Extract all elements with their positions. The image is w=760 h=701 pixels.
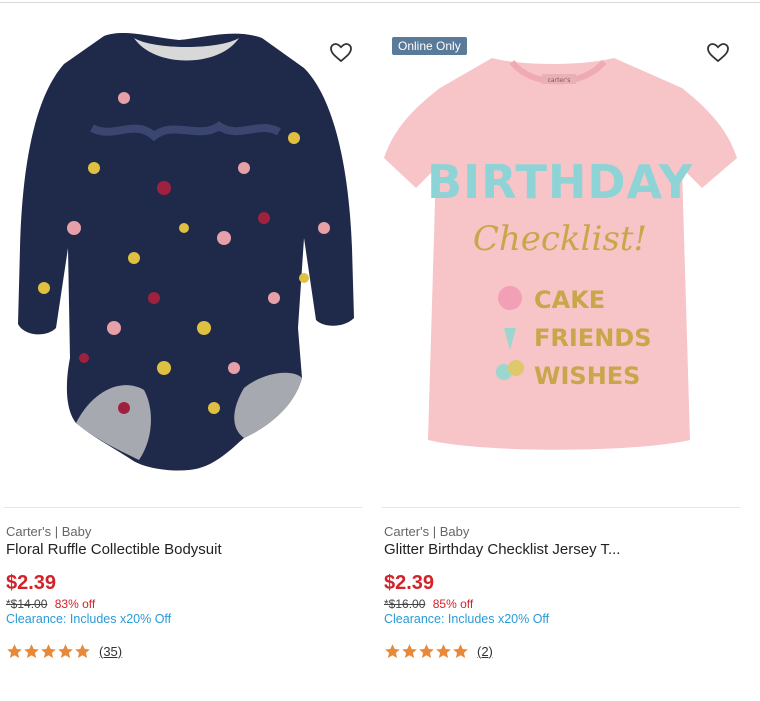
product-brand: Carter's | Baby (6, 524, 92, 539)
product-title-link[interactable]: Floral Ruffle Collectible Bodysuit (6, 541, 222, 558)
star-icon (453, 643, 468, 658)
clearance-note: Clearance: Includes x20% Off (384, 612, 550, 626)
price-comparison: *$14.00 83% off (6, 597, 95, 611)
product-image-birthday-tee[interactable]: carter's BIRTHDAY Checklist! CAKE FRIEND… (382, 28, 740, 498)
star-icon (41, 643, 56, 658)
review-count-link[interactable]: (2) (477, 644, 493, 659)
card-divider (382, 507, 740, 508)
discount-percent: 83% off (54, 597, 96, 611)
product-grid: Carter's | Baby Floral Ruffle Collectibl… (0, 0, 760, 701)
online-only-badge: Online Only (392, 37, 467, 55)
review-count-link[interactable]: (35) (99, 644, 122, 659)
original-price: *$16.00 (384, 597, 426, 611)
shirt-item-cake: CAKE (534, 286, 605, 314)
product-card[interactable]: Carter's | Baby Floral Ruffle Collectibl… (4, 0, 364, 701)
product-title-link[interactable]: Glitter Birthday Checklist Jersey T... (384, 541, 620, 558)
product-brand: Carter's | Baby (384, 524, 470, 539)
star-icon (402, 643, 417, 658)
star-icon (419, 643, 434, 658)
star-icon (24, 643, 39, 658)
card-divider (4, 507, 362, 508)
shirt-item-wishes: WISHES (534, 362, 640, 390)
sale-price: $2.39 (384, 572, 435, 594)
product-card[interactable]: carter's BIRTHDAY Checklist! CAKE FRIEND… (382, 0, 742, 701)
clearance-note: Clearance: Includes x20% Off (6, 612, 172, 626)
price-comparison: *$16.00 85% off (384, 597, 473, 611)
favorite-heart-icon[interactable] (329, 41, 353, 65)
shirt-item-friends: FRIENDS (534, 324, 652, 352)
discount-percent: 85% off (432, 597, 474, 611)
star-rating (384, 643, 469, 660)
sale-price: $2.39 (6, 572, 57, 594)
star-rating (6, 643, 91, 660)
shirt-birthday-text: BIRTHDAY (427, 155, 693, 209)
favorite-heart-icon[interactable] (706, 41, 730, 65)
star-icon (75, 643, 90, 658)
product-rating[interactable]: (2) (384, 641, 493, 661)
original-price: *$14.00 (6, 597, 48, 611)
star-icon (7, 643, 22, 658)
product-image-floral-bodysuit[interactable] (4, 28, 362, 498)
shirt-tag-text: carter's (548, 77, 571, 84)
star-icon (385, 643, 400, 658)
star-icon (58, 643, 73, 658)
shirt-checklist-text: Checklist! (473, 219, 647, 259)
star-icon (436, 643, 451, 658)
product-rating[interactable]: (35) (6, 641, 122, 661)
